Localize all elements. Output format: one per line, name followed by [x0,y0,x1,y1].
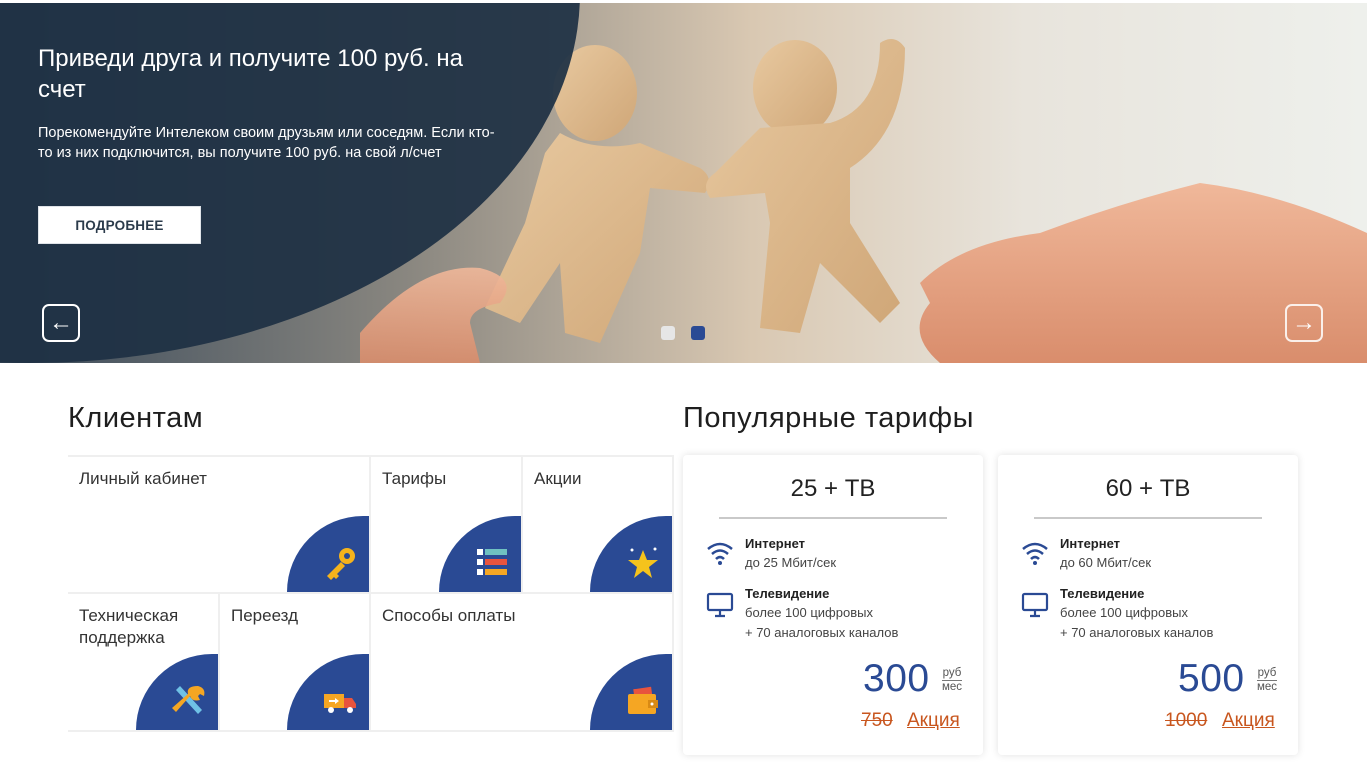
slider-next-button[interactable]: → [1285,304,1323,342]
internet-title: Интернет [1060,536,1121,551]
promo-link[interactable]: Акция [1222,710,1275,732]
wifi-icon [1020,539,1050,567]
tile-badge [590,654,672,730]
price-unit: руб мес [942,667,963,694]
price-unit-currency: руб [1257,667,1278,681]
price-unit-currency: руб [942,667,963,681]
tv-title: Телевидение [1060,586,1145,601]
tariffs-section-title: Популярные тарифы [683,402,974,434]
tile-badge [287,516,369,592]
tariff-name: 25 + ТВ [790,475,876,502]
tariff-price: 500 [1178,657,1245,700]
tile-label: Акции [534,469,582,488]
tv-title: Телевидение [745,586,830,601]
tile-label: Способы оплаты [382,606,516,625]
tariff-name: 60 + ТВ [1105,475,1191,502]
tile-payment-methods[interactable]: Способы оплаты [371,594,674,732]
old-price: 1000 [1165,710,1208,731]
tariff-card-60-tv[interactable]: 60 + ТВ Интернет до 60 Мбит/сек Телевиде… [998,455,1298,755]
tile-personal-account[interactable]: Личный кабинет [68,457,371,594]
tariff-price: 300 [863,657,930,700]
tv-digital: более 100 цифровых [1060,605,1188,620]
tile-badge [439,516,521,592]
tools-icon [170,682,208,720]
tariff-card-25-tv[interactable]: 25 + ТВ Интернет до 25 Мбит/сек Телевиде… [683,455,983,755]
tile-relocation[interactable]: Переезд [220,594,371,732]
arrow-left-icon: ← [49,309,73,336]
slider-dot-2-active[interactable] [691,326,705,340]
moving-truck-icon [321,682,359,720]
hero-more-button[interactable]: ПОДРОБНЕЕ [38,206,201,244]
hero-title: Приведи друга и получите 100 руб. на сче… [38,45,463,103]
tile-label: Личный кабинет [79,469,207,488]
tile-badge [287,654,369,730]
price-unit-period: мес [942,681,963,693]
price-unit: руб мес [1257,667,1278,694]
tile-tech-support[interactable]: Техническая поддержка [68,594,220,732]
slider-prev-button[interactable]: ← [42,304,80,342]
internet-speed: до 60 Мбит/сек [1060,555,1152,570]
hero-banner: Приведи друга и получите 100 руб. на сче… [0,3,1367,363]
internet-title: Интернет [745,536,806,551]
promo-link[interactable]: Акция [907,710,960,732]
wifi-icon [705,539,735,567]
tv-analog: + 70 аналоговых каналов [745,625,899,640]
tile-badge [590,516,672,592]
tariff-divider [1034,517,1262,519]
tv-analog: + 70 аналоговых каналов [1060,625,1214,640]
star-icon [624,544,662,582]
slider-dot-1[interactable] [661,326,675,340]
wallet-icon [624,682,662,720]
internet-speed: до 25 Мбит/сек [745,555,837,570]
clients-section-title: Клиентам [68,402,204,434]
tile-label: Переезд [231,606,299,625]
arrow-right-icon: → [1292,309,1316,336]
price-tags-icon [473,544,511,582]
tariff-divider [719,517,947,519]
tile-badge [136,654,218,730]
key-icon [321,544,359,582]
tv-icon [705,591,735,619]
tile-promotions[interactable]: Акции [523,457,674,594]
old-price: 750 [861,710,893,731]
tv-icon [1020,591,1050,619]
tile-label: Тарифы [382,469,447,488]
tile-tariffs[interactable]: Тарифы [371,457,523,594]
hero-text: Порекомендуйте Интелеком своим друзьям и… [38,125,495,161]
price-unit-period: мес [1257,681,1278,693]
tile-label: Техническая поддержка [79,606,179,647]
tv-digital: более 100 цифровых [745,605,873,620]
